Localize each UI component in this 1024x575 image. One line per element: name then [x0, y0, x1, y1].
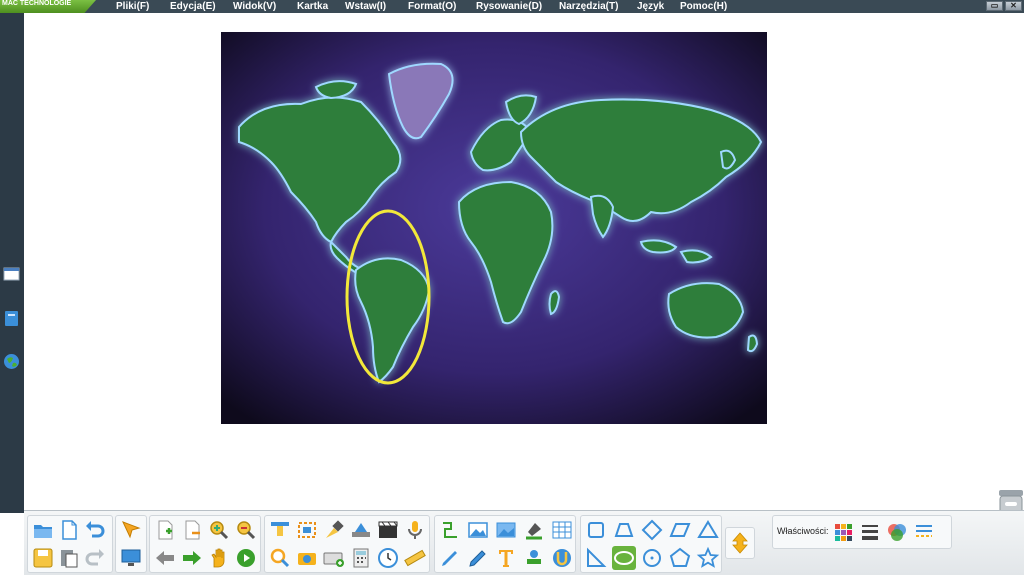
toolbar-group-view	[115, 515, 147, 573]
menu-tools[interactable]: Narzędzia(T)	[559, 0, 618, 13]
prev-page-icon[interactable]	[153, 546, 177, 570]
toggle-arrows-icon[interactable]	[728, 531, 752, 555]
menu-language[interactable]: Język	[637, 0, 664, 13]
play-icon[interactable]	[234, 546, 258, 570]
square-icon[interactable]	[584, 518, 608, 542]
image-icon[interactable]	[466, 518, 490, 542]
fill-icon[interactable]	[522, 518, 546, 542]
magnifier-icon[interactable]	[268, 546, 292, 570]
menu-page[interactable]: Kartka	[297, 0, 328, 13]
save-icon[interactable]	[31, 546, 55, 570]
ruler-icon[interactable]	[403, 546, 427, 570]
line-width-icon[interactable]	[858, 520, 882, 544]
video-icon[interactable]	[376, 518, 400, 542]
menu-edit[interactable]: Edycja(E)	[170, 0, 216, 13]
properties-label: Właściwości:	[777, 526, 829, 536]
world-map-image[interactable]	[221, 32, 767, 424]
circle-icon[interactable]	[640, 546, 664, 570]
parallelogram-icon[interactable]	[668, 518, 692, 542]
new-page-icon[interactable]	[57, 518, 81, 542]
capture-icon[interactable]	[295, 518, 319, 542]
menu-insert[interactable]: Wstaw(I)	[345, 0, 386, 13]
microphone-icon[interactable]	[403, 518, 427, 542]
toolbar-group-shapes	[580, 515, 722, 573]
toolbar-group-page	[149, 515, 261, 573]
properties-panel: Właściwości:	[772, 515, 952, 549]
diamond-icon[interactable]	[640, 518, 664, 542]
menu-bar: MAC TECHNOLOGIE Pliki(F) Edycja(E) Widok…	[0, 0, 1024, 13]
toolbar-group-file	[27, 515, 113, 573]
line-style-icon[interactable]	[912, 520, 936, 544]
menu-draw[interactable]: Rysowanie(D)	[476, 0, 542, 13]
hand-icon[interactable]	[207, 546, 231, 570]
close-button[interactable]: ✕	[1005, 1, 1022, 11]
connector-icon[interactable]	[438, 518, 462, 542]
scanner-icon[interactable]	[349, 518, 373, 542]
open-folder-icon[interactable]	[31, 518, 55, 542]
spotlight-icon[interactable]	[322, 518, 346, 542]
trapezoid-icon[interactable]	[612, 518, 636, 542]
next-page-icon[interactable]	[180, 546, 204, 570]
right-triangle-icon[interactable]	[584, 546, 608, 570]
color-mix-icon[interactable]	[885, 520, 909, 544]
toolbar-toggle	[725, 527, 755, 559]
menu-format[interactable]: Format(O)	[408, 0, 456, 13]
color-palette-icon[interactable]	[831, 520, 855, 544]
minimize-button[interactable]: ▭	[986, 1, 1003, 11]
menu-file[interactable]: Pliki(F)	[116, 0, 149, 13]
keyboard-icon[interactable]	[322, 546, 346, 570]
pen-icon[interactable]	[438, 546, 462, 570]
eraser-icon[interactable]	[550, 546, 574, 570]
menu-view[interactable]: Widok(V)	[233, 0, 276, 13]
whiteboard-canvas[interactable]	[24, 13, 1024, 522]
paste-icon[interactable]	[57, 546, 81, 570]
stamp-icon[interactable]	[522, 546, 546, 570]
highlighter-icon[interactable]	[466, 546, 490, 570]
menu-help[interactable]: Pomoc(H)	[680, 0, 727, 13]
bottom-toolbar: Właściwości:	[24, 510, 1024, 575]
toolbar-group-draw	[434, 515, 576, 573]
triangle-icon[interactable]	[696, 518, 720, 542]
redo-icon[interactable]	[83, 546, 107, 570]
delete-page-icon[interactable]	[180, 518, 204, 542]
screen-icon[interactable]	[119, 546, 143, 570]
toolbar-group-tools	[264, 515, 430, 573]
table-icon[interactable]	[550, 518, 574, 542]
book-icon[interactable]	[3, 310, 20, 327]
zoom-out-icon[interactable]	[234, 518, 258, 542]
camera-icon[interactable]	[295, 546, 319, 570]
globe-icon[interactable]	[3, 353, 20, 370]
page-icon[interactable]	[3, 265, 20, 282]
zoom-in-icon[interactable]	[207, 518, 231, 542]
background-icon[interactable]	[494, 518, 518, 542]
app-brand-logo: MAC TECHNOLOGIE	[0, 0, 96, 13]
text-icon[interactable]	[494, 546, 518, 570]
add-page-icon[interactable]	[153, 518, 177, 542]
calculator-icon[interactable]	[349, 546, 373, 570]
undo-icon[interactable]	[83, 518, 107, 542]
star-icon[interactable]	[696, 546, 720, 570]
clock-icon[interactable]	[376, 546, 400, 570]
ellipse-icon[interactable]	[612, 546, 636, 570]
select-arrow-icon[interactable]	[119, 518, 143, 542]
curtain-icon[interactable]	[268, 518, 292, 542]
pentagon-icon[interactable]	[668, 546, 692, 570]
left-sidebar	[0, 13, 24, 513]
